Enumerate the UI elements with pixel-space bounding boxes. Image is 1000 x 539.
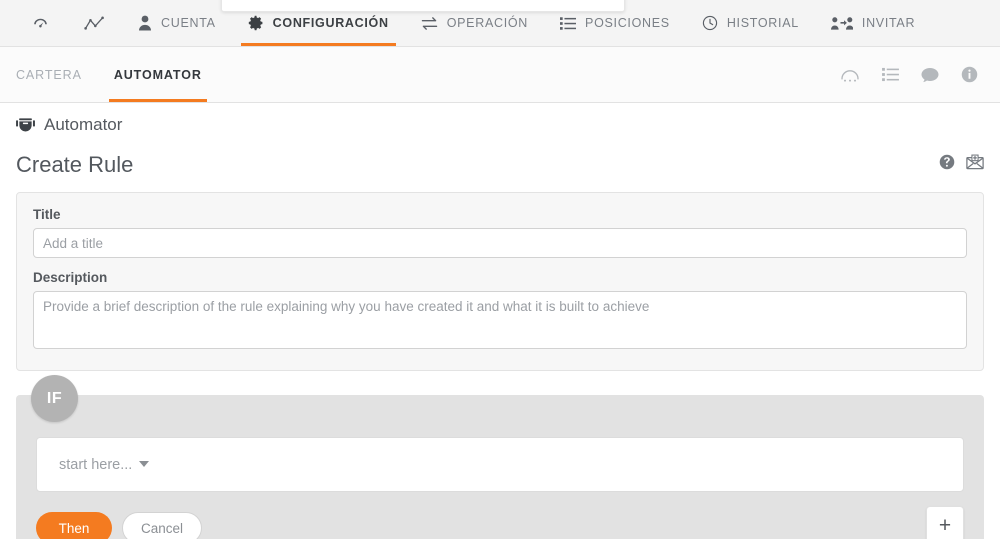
line-chart-icon (84, 14, 105, 33)
description-textarea[interactable] (33, 291, 967, 349)
rule-details-card: Title Description (16, 192, 984, 371)
plus-icon: + (938, 513, 952, 537)
nav-item-historial[interactable]: HISTORIAL (686, 0, 815, 46)
subnav-icon-group (840, 47, 986, 102)
if-button-row: Then Cancel + (36, 506, 964, 539)
automator-label: Automator (44, 115, 123, 134)
clock-icon (702, 15, 718, 31)
nav-item-label: CONFIGURACIÓN (272, 16, 389, 30)
sub-navigation: CARTERA AUTOMATOR (0, 47, 1000, 103)
robot-head-icon (16, 117, 35, 134)
if-panel: start here... Then Cancel + (16, 395, 984, 539)
nav-item-label: CUENTA (161, 16, 216, 30)
cancel-button[interactable]: Cancel (122, 512, 203, 539)
list-icon[interactable] (882, 67, 899, 82)
chat-bubble-icon[interactable] (921, 67, 939, 83)
nav-item-label: POSICIONES (585, 16, 670, 30)
nav-item-label: OPERACIÓN (446, 16, 529, 30)
help-icon[interactable] (939, 154, 955, 170)
start-here-label: start here... (59, 456, 133, 473)
tab-label: AUTOMATOR (113, 67, 202, 82)
start-here-dropdown[interactable]: start here... (36, 437, 964, 492)
transfer-arrows-icon (421, 16, 438, 31)
page-body: Automator Create Rule Title Add a title … (0, 109, 1000, 539)
nav-item-label: INVITAR (861, 16, 916, 30)
title-row: Create Rule (16, 152, 984, 178)
automator-header: Automator (16, 109, 984, 141)
chevron-down-icon (139, 460, 150, 467)
gauge-icon (31, 14, 50, 33)
nav-item-cuenta[interactable]: CUENTA (122, 0, 232, 46)
tab-automator[interactable]: AUTOMATOR (98, 47, 218, 102)
person-icon (138, 15, 152, 31)
title-label: Title (33, 207, 61, 222)
nav-item-label: HISTORIAL (726, 16, 799, 30)
info-icon[interactable] (961, 66, 978, 83)
nav-item-dashboard[interactable] (14, 0, 67, 46)
top-navigation: CUENTA CONFIGURACIÓN OPERACIÓN POSICIONE… (0, 0, 1000, 47)
if-block: IF start here... Then Cancel + (16, 375, 984, 539)
tab-cartera[interactable]: CARTERA (0, 47, 98, 102)
description-label: Description (33, 270, 108, 285)
add-condition-button[interactable]: + (926, 506, 964, 539)
arc-dots-icon[interactable] (840, 67, 860, 83)
invite-people-icon (830, 16, 853, 31)
tab-label: CARTERA (16, 67, 82, 82)
subnav-spacer (218, 47, 840, 102)
then-button[interactable]: Then (36, 512, 112, 539)
envelope-plus-icon[interactable] (966, 154, 984, 170)
nav-item-invitar[interactable]: INVITAR (815, 0, 931, 46)
page-title: Create Rule (16, 152, 134, 177)
gear-icon (248, 15, 264, 31)
title-actions (939, 154, 984, 170)
nav-item-charts[interactable] (67, 0, 122, 46)
title-input[interactable] (33, 228, 967, 258)
if-badge: IF (31, 375, 78, 422)
list-icon (560, 16, 577, 31)
floating-overlay-panel (221, 0, 625, 12)
form-gap (33, 258, 967, 270)
